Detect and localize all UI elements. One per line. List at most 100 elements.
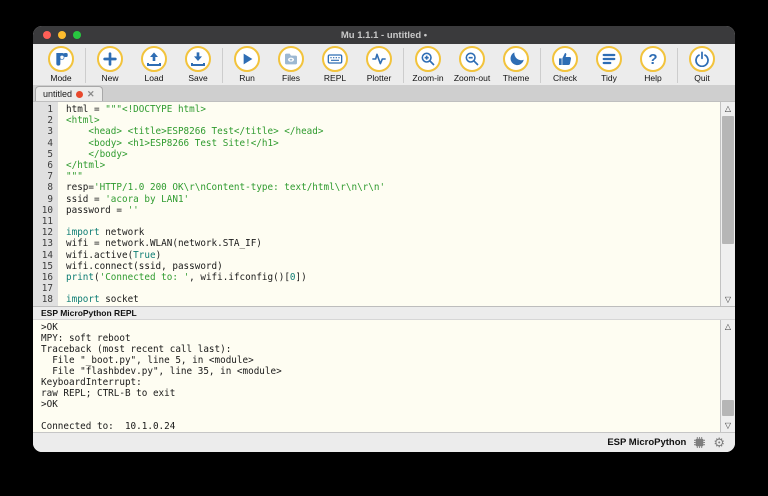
scroll-down-icon[interactable]: ▽ xyxy=(721,293,735,306)
repl-line: raw REPL; CTRL-B to exit xyxy=(41,388,176,399)
scroll-up-icon[interactable]: △ xyxy=(721,102,735,115)
code-text: wifi.connect(ssid, password) xyxy=(66,260,223,272)
tidy-button[interactable]: Tidy xyxy=(587,46,631,83)
repl-scrollbar-thumb[interactable] xyxy=(722,400,734,416)
code-line[interactable]: 5 </body> xyxy=(33,149,720,160)
scroll-down-icon[interactable]: ▽ xyxy=(721,419,735,432)
code-editor[interactable]: 1 html = """<!DOCTYPE html> 2 <html> 3 <head… xyxy=(33,102,735,306)
line-number: 17 xyxy=(41,283,53,295)
maximize-window-button[interactable] xyxy=(73,31,81,39)
editor-scrollbar[interactable]: △ ▽ xyxy=(720,102,735,306)
code-text: <body> <h1>ESP8266 Test Site!</h1> xyxy=(66,137,279,149)
code-line[interactable]: 18 import socket xyxy=(33,294,720,305)
code-text: resp='HTTP/1.0 200 OK\r\nContent-type: t… xyxy=(66,182,386,194)
code-line[interactable]: 8 resp='HTTP/1.0 200 OK\r\nContent-type: … xyxy=(33,182,720,193)
repl-line: >OK xyxy=(41,399,58,410)
help-button[interactable]: ? Help xyxy=(631,46,675,83)
tab-bar: untitled ✕ xyxy=(33,86,735,102)
scroll-up-icon[interactable]: △ xyxy=(721,320,735,333)
code-line[interactable]: 15 wifi.connect(ssid, password) xyxy=(33,261,720,272)
toolbar-separator xyxy=(540,48,541,83)
play-icon xyxy=(239,51,255,67)
zoom-out-icon xyxy=(464,51,480,67)
tab-close-icon[interactable]: ✕ xyxy=(87,89,95,100)
repl-scrollbar[interactable]: △ ▽ xyxy=(720,320,735,432)
power-icon xyxy=(694,51,710,67)
code-text: ssid = 'acora by LAN1' xyxy=(66,193,190,205)
line-number: 2 xyxy=(47,115,53,127)
code-text: """ xyxy=(66,171,83,183)
quit-button[interactable]: Quit xyxy=(680,46,724,83)
status-bar: ESP MicroPython ⚙ xyxy=(33,432,735,452)
moon-icon xyxy=(508,51,524,67)
line-number: 9 xyxy=(47,193,53,205)
code-text: import network xyxy=(66,227,145,239)
code-line[interactable]: 9 ssid = 'acora by LAN1' xyxy=(33,194,720,205)
repl-line: File "_boot.py", line 5, in <module> xyxy=(41,355,254,366)
files-button: Files xyxy=(269,46,313,83)
repl-line: >OK xyxy=(41,322,58,333)
code-line[interactable]: 7 """ xyxy=(33,171,720,182)
code-line[interactable]: 10 password = '' xyxy=(33,205,720,216)
code-line[interactable]: 6 </html> xyxy=(33,160,720,171)
title-bar: Mu 1.1.1 - untitled • xyxy=(33,26,735,44)
code-line[interactable]: 4 <body> <h1>ESP8266 Test Site!</h1> xyxy=(33,138,720,149)
repl-output[interactable]: >OK MPY: soft reboot Traceback (most recen… xyxy=(33,320,720,432)
microchip-icon[interactable] xyxy=(693,436,706,449)
line-number: 10 xyxy=(41,204,53,216)
code-line[interactable]: 2 <html> xyxy=(33,115,720,126)
code-line[interactable]: 14 wifi.active(True) xyxy=(33,250,720,261)
new-button[interactable]: New xyxy=(88,46,132,83)
folder-icon xyxy=(283,51,299,67)
theme-button[interactable]: Theme xyxy=(494,46,538,83)
code-line[interactable]: 3 <head> <title>ESP8266 Test</title> </h… xyxy=(33,126,720,137)
toolbar-separator xyxy=(403,48,404,83)
code-text: import socket xyxy=(66,294,139,306)
code-line[interactable]: 1 html = """<!DOCTYPE html> xyxy=(33,104,720,115)
line-number: 15 xyxy=(41,260,53,272)
code-lines[interactable]: 1 html = """<!DOCTYPE html> 2 <html> 3 <head… xyxy=(33,102,720,306)
gear-icon[interactable]: ⚙ xyxy=(713,436,725,449)
mu-editor-window: Mu 1.1.1 - untitled • Mode New Load Save… xyxy=(33,26,735,452)
line-number: 6 xyxy=(47,160,53,172)
plus-icon xyxy=(102,51,118,67)
code-line[interactable]: 13 wifi = network.WLAN(network.STA_IF) xyxy=(33,238,720,249)
mode-button[interactable]: Mode xyxy=(39,46,83,83)
code-line[interactable]: 12 import network xyxy=(33,227,720,238)
repl-line: KeyboardInterrupt: xyxy=(41,377,142,388)
line-number: 16 xyxy=(41,272,53,284)
repl-pane[interactable]: >OK MPY: soft reboot Traceback (most recen… xyxy=(33,320,735,432)
code-line[interactable]: 17 xyxy=(33,283,720,294)
line-number: 5 xyxy=(47,148,53,160)
minimize-window-button[interactable] xyxy=(58,31,66,39)
tab-untitled[interactable]: untitled ✕ xyxy=(35,86,103,101)
window-title: Mu 1.1.1 - untitled • xyxy=(340,29,428,41)
plotter-button[interactable]: Plotter xyxy=(357,46,401,83)
repl-button[interactable]: REPL xyxy=(313,46,357,83)
line-number: 12 xyxy=(41,227,53,239)
check-button[interactable]: Check xyxy=(543,46,587,83)
save-button[interactable]: Save xyxy=(176,46,220,83)
code-line[interactable]: 11 xyxy=(33,216,720,227)
lines-icon xyxy=(601,51,617,67)
code-text: print('Connected to: ', wifi.ifconfig()[… xyxy=(66,272,307,284)
toolbar: Mode New Load Save Run Files REPL Plotte… xyxy=(33,44,735,86)
keyboard-icon xyxy=(327,51,343,67)
code-line[interactable]: 16 print('Connected to: ', wifi.ifconfig(… xyxy=(33,272,720,283)
line-number: 1 xyxy=(47,104,53,115)
load-button[interactable]: Load xyxy=(132,46,176,83)
code-text: wifi.active(True) xyxy=(66,249,162,261)
code-text: password = '' xyxy=(66,204,139,216)
line-number: 7 xyxy=(47,171,53,183)
code-text: <head> <title>ESP8266 Test</title> </hea… xyxy=(66,126,324,138)
run-button[interactable]: Run xyxy=(225,46,269,83)
close-window-button[interactable] xyxy=(43,31,51,39)
line-number: 14 xyxy=(41,249,53,261)
code-text: </html> xyxy=(66,160,106,172)
line-number: 18 xyxy=(41,294,53,306)
editor-scrollbar-thumb[interactable] xyxy=(722,116,734,244)
line-number: 4 xyxy=(47,137,53,149)
zoom-in-button[interactable]: Zoom-in xyxy=(406,46,450,83)
zoom-out-button[interactable]: Zoom-out xyxy=(450,46,494,83)
